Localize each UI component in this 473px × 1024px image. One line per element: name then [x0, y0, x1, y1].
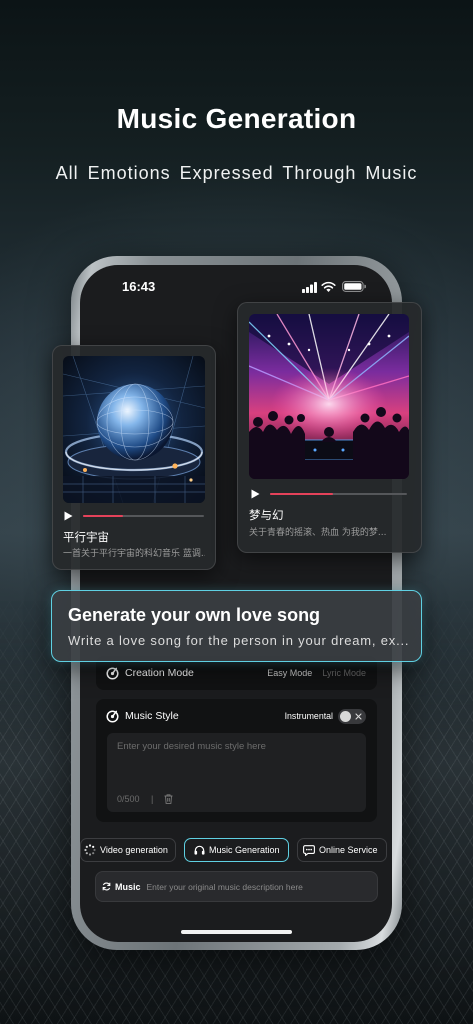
signal-icon	[302, 282, 317, 293]
play-icon[interactable]	[251, 489, 260, 499]
progress-fill	[83, 515, 123, 517]
tab-music-generation[interactable]: Music Generation	[184, 838, 289, 862]
progress-fill	[270, 493, 334, 495]
status-time: 16:43	[122, 279, 156, 294]
tab-video-generation[interactable]: Video generation	[80, 838, 176, 862]
lyric-mode-option[interactable]: Lyric Mode	[322, 667, 366, 679]
prompt-composer: Music	[95, 871, 378, 902]
creation-mode-label: Creation Mode	[125, 667, 194, 679]
song-cover	[249, 314, 409, 479]
music-style-header: Music Style Instrumental	[106, 699, 366, 733]
love-song-banner[interactable]: Generate your own love song Write a love…	[51, 590, 422, 662]
song-title: 平行宇宙	[63, 530, 109, 544]
composer-mode-label: Music	[115, 881, 141, 892]
close-icon	[355, 712, 362, 720]
music-style-label: Music Style	[125, 710, 179, 722]
chat-icon	[303, 844, 315, 856]
tab-online-service[interactable]: Online Service	[297, 838, 387, 862]
play-icon[interactable]	[64, 511, 73, 521]
promo-screen: Music Generation All Emotions Expressed …	[0, 0, 473, 1024]
music-style-footer: 0/500 |	[117, 793, 173, 805]
refresh-icon	[102, 882, 111, 891]
char-counter: 0/500	[117, 794, 140, 804]
globe-artwork	[63, 356, 205, 503]
tab-label: Video generation	[100, 845, 168, 855]
page-subtitle: All Emotions Expressed Through Music	[55, 163, 418, 183]
banner-title: Generate your own love song	[68, 605, 321, 625]
page-title: Music Generation	[116, 103, 357, 134]
trash-icon[interactable]	[164, 794, 173, 804]
song-description: 关于青春的摇滚、热血 为我的梦...	[249, 528, 387, 538]
song-title: 梦与幻	[249, 508, 284, 522]
song-cover	[63, 356, 205, 503]
concert-artwork	[249, 314, 409, 479]
home-indicator[interactable]	[181, 930, 292, 934]
toggle-knob	[340, 710, 351, 722]
instrumental-toggle[interactable]	[338, 708, 366, 724]
easy-mode-option[interactable]: Easy Mode	[267, 667, 312, 679]
music-style-panel: Music Style Instrumental 0/500 |	[96, 699, 377, 822]
music-style-box: 0/500 |	[107, 733, 366, 812]
song-card[interactable]: 平行宇宙 一首关于平行宇宙的科幻音乐 蓝调...	[52, 345, 216, 570]
progress-track[interactable]	[270, 493, 407, 495]
music-disc-icon	[106, 666, 119, 680]
music-description-input[interactable]	[146, 880, 377, 893]
song-description: 一首关于平行宇宙的科幻音乐 蓝调...	[63, 549, 205, 559]
composer-mode-switch[interactable]: Music	[102, 881, 141, 893]
banner-text: Write a love song for the person in your…	[68, 633, 410, 648]
progress-track[interactable]	[83, 515, 204, 517]
song-card[interactable]: 梦与幻 关于青春的摇滚、热血 为我的梦...	[237, 302, 422, 553]
music-disc-icon	[106, 709, 119, 723]
tab-label: Music Generation	[209, 845, 280, 855]
instrumental-label: Instrumental	[284, 711, 333, 721]
tab-label: Online Service	[319, 845, 378, 855]
headphones-icon	[194, 845, 205, 855]
footer-divider: |	[151, 794, 154, 804]
wifi-icon	[321, 281, 336, 292]
music-style-input[interactable]	[107, 733, 366, 785]
spinner-icon	[84, 844, 96, 856]
battery-icon	[342, 281, 366, 292]
